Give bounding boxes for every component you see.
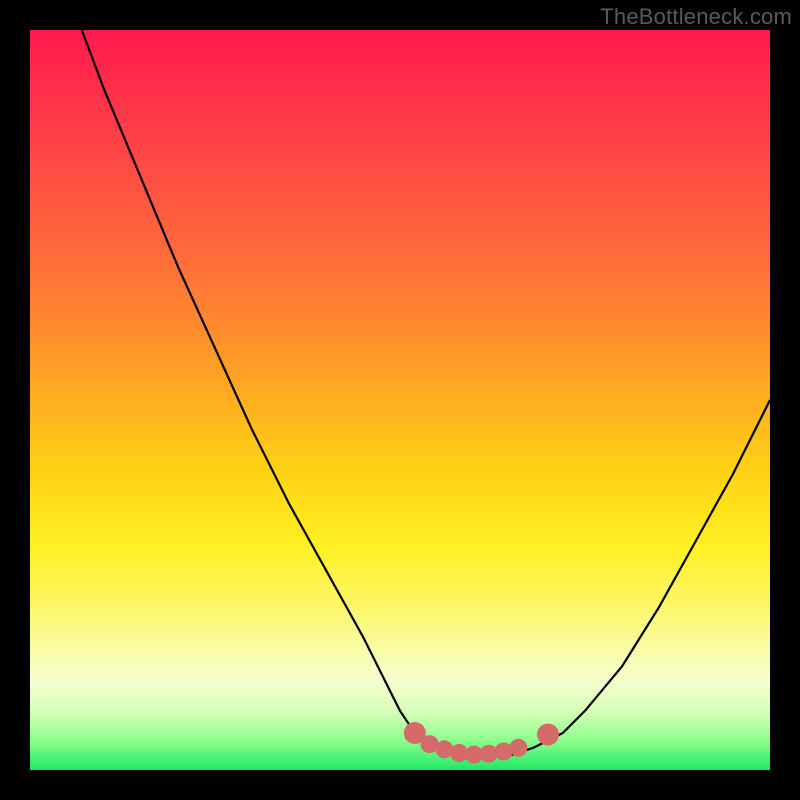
chart-frame: TheBottleneck.com [0,0,800,800]
watermark-text: TheBottleneck.com [600,4,792,30]
curve-layer [30,30,770,770]
optimal-marker [509,739,527,757]
plot-area [30,30,770,770]
optimal-range-markers [404,722,559,764]
bottleneck-curve [82,30,770,755]
optimal-marker [537,724,559,746]
